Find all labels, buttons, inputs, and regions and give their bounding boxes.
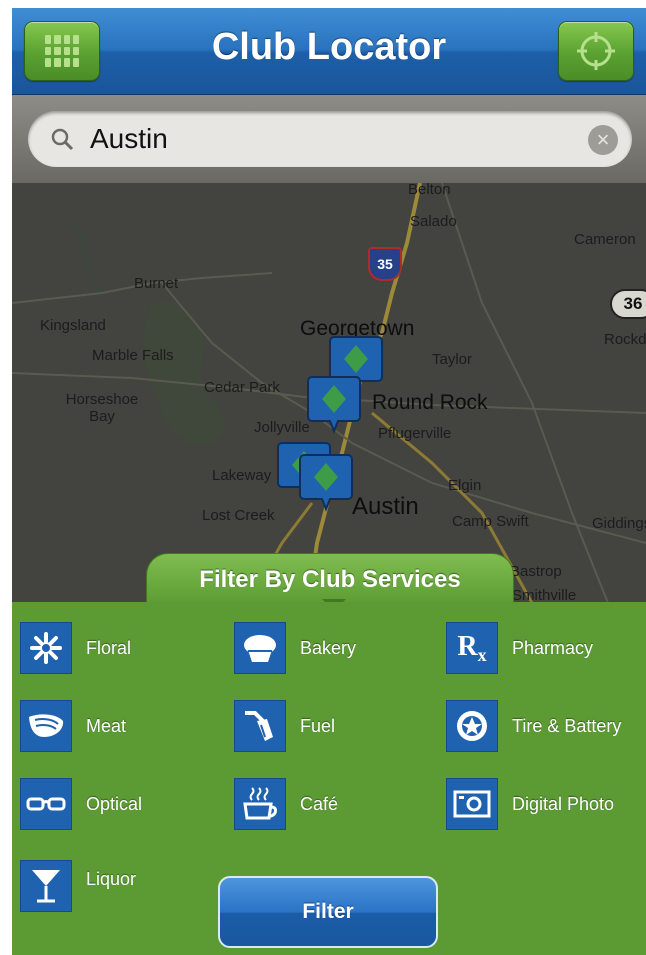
- fuel-icon: [234, 700, 286, 752]
- club-map-pins: [277, 336, 383, 512]
- search-icon: [51, 128, 74, 151]
- service-optical[interactable]: Optical: [20, 778, 142, 830]
- crosshair-icon: [577, 32, 615, 70]
- cafe-icon: [234, 778, 286, 830]
- service-label: Digital Photo: [512, 793, 615, 814]
- map-view[interactable]: 35 36 Belton Salado Cameron Burnet Kings…: [12, 183, 646, 613]
- navigation-bar: Club Locator: [12, 8, 646, 95]
- search-field[interactable]: ×: [28, 111, 632, 167]
- service-label: Meat: [86, 715, 127, 736]
- filter-header-tab[interactable]: Filter By Club Services: [146, 553, 514, 604]
- digital-photo-icon: [446, 778, 498, 830]
- bakery-icon: [234, 622, 286, 674]
- service-meat[interactable]: Meat: [20, 700, 126, 752]
- clear-search-button[interactable]: ×: [588, 125, 618, 155]
- service-bakery[interactable]: Bakery: [234, 622, 356, 674]
- tire-battery-icon: [446, 700, 498, 752]
- service-label: Liquor: [86, 868, 137, 889]
- page-title: Club Locator: [211, 26, 447, 68]
- service-label: Fuel: [300, 715, 336, 736]
- service-tire-battery[interactable]: Tire & Battery: [446, 700, 621, 752]
- floral-icon: [20, 622, 72, 674]
- service-floral[interactable]: Floral: [20, 622, 131, 674]
- service-pharmacy[interactable]: Rx Pharmacy: [446, 622, 593, 674]
- service-label: Pharmacy: [512, 637, 594, 658]
- filter-button[interactable]: Filter: [218, 876, 438, 948]
- service-label: Café: [300, 793, 339, 814]
- service-liquor[interactable]: Liquor: [20, 860, 136, 912]
- meat-icon: [20, 700, 72, 752]
- service-cafe[interactable]: Café: [234, 778, 338, 830]
- service-label: Tire & Battery: [512, 715, 622, 736]
- service-fuel[interactable]: Fuel: [234, 700, 335, 752]
- pharmacy-icon: Rx: [446, 622, 498, 674]
- search-input[interactable]: [90, 119, 560, 159]
- current-location-button[interactable]: [558, 21, 634, 81]
- service-label: Optical: [86, 793, 143, 814]
- service-label: Bakery: [300, 637, 357, 658]
- optical-icon: [20, 778, 72, 830]
- liquor-icon: [20, 860, 72, 912]
- filter-heading: Filter By Club Services: [199, 566, 461, 593]
- app-screen: Club Locator ×: [12, 8, 646, 955]
- service-label: Floral: [86, 637, 132, 658]
- service-digital-photo[interactable]: Digital Photo: [446, 778, 614, 830]
- map-pin[interactable]: [307, 376, 361, 434]
- map-pin[interactable]: [299, 454, 353, 512]
- clear-icon: ×: [596, 127, 610, 152]
- search-bar: ×: [12, 95, 646, 183]
